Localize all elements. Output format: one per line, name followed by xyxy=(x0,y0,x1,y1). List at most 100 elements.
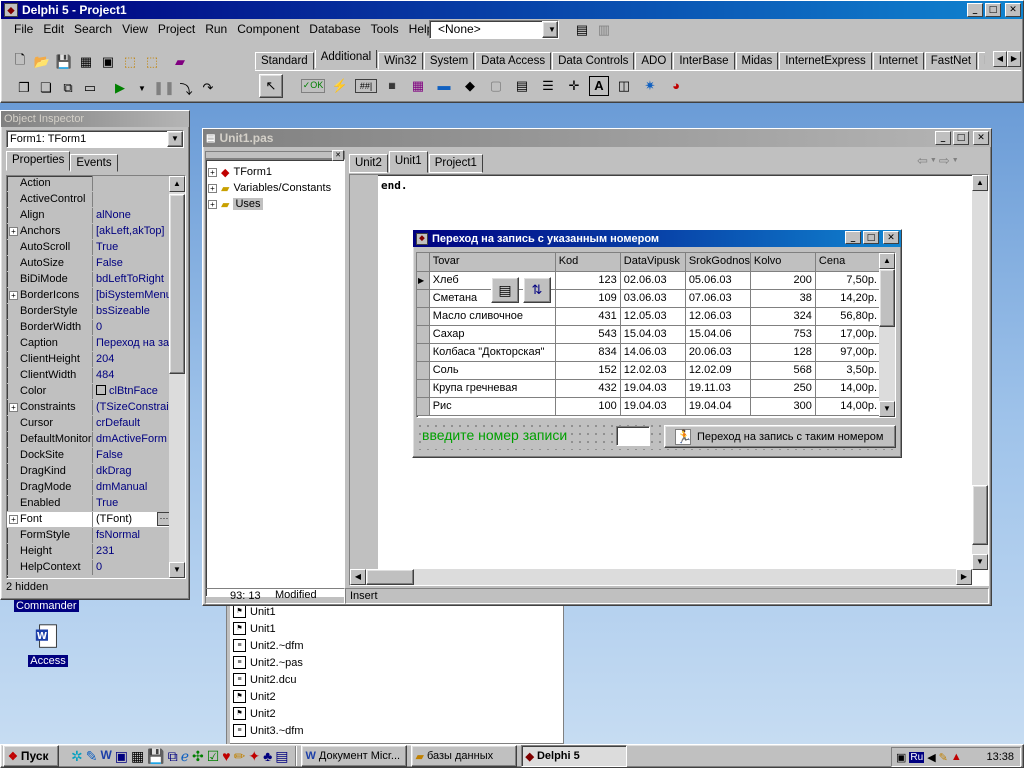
palette-tab-midas[interactable]: Midas xyxy=(735,52,779,70)
grid-cell[interactable]: 05.06.03 xyxy=(685,271,751,290)
image-icon[interactable]: ▬ xyxy=(433,75,455,97)
property-value[interactable]: dkDrag xyxy=(93,464,171,479)
property-value[interactable]: bdLeftToRight xyxy=(93,272,171,287)
grid-cell[interactable]: 123 xyxy=(555,271,621,290)
add-file-icon[interactable]: ⬚ xyxy=(119,51,141,73)
property-row[interactable]: FormStyle fsNormal xyxy=(7,528,171,544)
menu-database[interactable]: Database xyxy=(304,22,365,36)
menu-component[interactable]: Component xyxy=(232,22,304,36)
quick-launch-network-icon[interactable]: ⧉ xyxy=(168,748,178,765)
grid-cell[interactable]: 38 xyxy=(750,289,816,308)
tree-node[interactable]: + ◆ TForm1 xyxy=(208,164,342,180)
controlbar-icon[interactable]: ◫ xyxy=(613,75,635,97)
property-row[interactable]: Color clBtnFace xyxy=(7,384,171,400)
palette-tab-system[interactable]: System xyxy=(423,52,475,70)
menu-tools[interactable]: Tools xyxy=(366,22,404,36)
view-unit-icon[interactable]: ❐ xyxy=(13,77,35,99)
drawgrid-icon[interactable]: ▦ xyxy=(407,75,429,97)
task-databases-folder[interactable]: ▰ базы данных xyxy=(410,745,517,767)
help-book-icon[interactable]: ▰ xyxy=(169,51,191,73)
palette-tab-data-access[interactable]: Data Access xyxy=(475,52,552,70)
property-row[interactable]: + Constraints (TSizeConstrain xyxy=(7,400,171,416)
grid-cell[interactable]: 432 xyxy=(555,379,621,398)
grid-row[interactable]: Крупа гречневая 432 19.04.03 19.11.03 250 14,… xyxy=(417,379,882,398)
property-value[interactable]: True xyxy=(93,240,171,255)
scrollbox-icon[interactable]: ▤ xyxy=(511,75,533,97)
grid-cell[interactable]: 14.06.03 xyxy=(620,343,686,362)
grid-cell[interactable]: 300 xyxy=(750,397,816,416)
property-row[interactable]: Enabled True xyxy=(7,496,171,512)
scroll-down-icon[interactable]: ▼ xyxy=(169,562,185,578)
grid-cell[interactable]: 97,00р. xyxy=(815,343,882,362)
grid-cell[interactable]: 14,20р. xyxy=(815,289,882,308)
property-row[interactable]: DockSite False xyxy=(7,448,171,464)
grid-cell[interactable]: 03.06.03 xyxy=(620,289,686,308)
view-form-icon[interactable]: ❏ xyxy=(35,77,57,99)
file-item[interactable]: ≡ Unit2.~pas xyxy=(233,654,557,671)
menu-search[interactable]: Search xyxy=(69,22,117,36)
grid-cell[interactable]: 19.04.03 xyxy=(620,397,686,416)
property-row[interactable]: AutoScroll True xyxy=(7,240,171,256)
grid-cell[interactable]: 56,80р. xyxy=(815,307,882,326)
scroll-left-icon[interactable]: ◀ xyxy=(350,569,366,585)
grid-cell[interactable]: Масло сливочное xyxy=(429,307,556,326)
horizontal-scrollbar[interactable]: ◀ ▶ xyxy=(350,569,972,585)
start-button[interactable]: ❖ Пуск xyxy=(3,745,59,767)
menu-edit[interactable]: Edit xyxy=(38,22,69,36)
property-row[interactable]: + BorderIcons [biSystemMenu, xyxy=(7,288,171,304)
scroll-down-icon[interactable]: ▼ xyxy=(972,554,988,570)
quick-launch-paint-icon[interactable]: ✎ xyxy=(86,748,98,765)
chevron-down-icon[interactable]: ▼ xyxy=(167,131,183,147)
property-value[interactable]: [akLeft,akTop] xyxy=(93,224,171,239)
file-item[interactable]: ⚑ Unit2 xyxy=(233,688,557,705)
property-row[interactable]: Height 231 xyxy=(7,544,171,560)
property-row[interactable]: HelpContext 0 xyxy=(7,560,171,576)
maximize-button[interactable]: □ xyxy=(985,3,1001,17)
property-row[interactable]: Caption Переход на за xyxy=(7,336,171,352)
grid-column-header[interactable]: SrokGodnos xyxy=(685,253,751,272)
back-arrow-icon[interactable]: ⇦ xyxy=(917,153,928,169)
grid-row[interactable]: ▶ Хлеб 123 02.06.03 05.06.03 200 7,50р. xyxy=(417,271,882,290)
chevron-down-icon[interactable]: ▼ xyxy=(952,153,959,169)
run-icon[interactable]: ▶ xyxy=(109,77,131,99)
property-row[interactable]: Cursor crDefault xyxy=(7,416,171,432)
grid-column-header[interactable]: Cena xyxy=(815,253,882,272)
grid-cell[interactable]: 431 xyxy=(555,307,621,326)
component-selector[interactable]: Form1: TForm1 ▼ xyxy=(6,130,184,148)
palette-tab-ado[interactable]: ADO xyxy=(635,52,673,70)
quick-launch-star-icon[interactable]: ✲ xyxy=(71,748,83,765)
property-value[interactable] xyxy=(93,176,171,191)
grid-row[interactable]: Масло сливочное 431 12.05.03 12.06.03 324 56,… xyxy=(417,307,882,326)
menu-project[interactable]: Project xyxy=(153,22,200,36)
speedbutton-icon[interactable]: ⚡ xyxy=(329,75,351,97)
grid-cell[interactable]: 12.05.03 xyxy=(620,307,686,326)
grid-cell[interactable]: 15.04.03 xyxy=(620,325,686,344)
menu-run[interactable]: Run xyxy=(200,22,232,36)
grid-cell[interactable]: 568 xyxy=(750,361,816,380)
property-value[interactable]: dmActiveForm xyxy=(93,432,171,447)
palette-tab-data-controls[interactable]: Data Controls xyxy=(552,52,635,70)
grid-row[interactable]: Соль 152 12.02.03 12.02.09 568 3,50р. xyxy=(417,361,882,380)
scroll-up-icon[interactable]: ▲ xyxy=(169,176,185,192)
file-item[interactable]: ≡ Unit3.~dfm xyxy=(233,722,557,739)
grid-scrollbar[interactable]: ▲ ▼ xyxy=(879,253,895,417)
quick-launch-bird-icon[interactable]: ✦ xyxy=(248,748,260,765)
expand-plus-icon[interactable]: + xyxy=(208,199,217,209)
open-project-icon[interactable]: ▣ xyxy=(97,51,119,73)
quick-launch-pencil-icon[interactable]: ✏ xyxy=(234,748,246,765)
bevel-icon[interactable]: ▢ xyxy=(485,75,507,97)
grid-cell[interactable]: 20.06.03 xyxy=(685,343,751,362)
grid-cell[interactable]: Соль xyxy=(429,361,556,380)
scroll-up-icon[interactable]: ▲ xyxy=(972,175,988,191)
palette-scroll-left-icon[interactable]: ◀ xyxy=(993,51,1007,67)
maskedit-icon[interactable]: ##| xyxy=(355,78,377,93)
new-icon[interactable]: 🗋 xyxy=(9,51,31,73)
palette-tab-fastnet[interactable]: FastNet xyxy=(924,52,978,70)
menu-file[interactable]: File xyxy=(9,22,38,36)
task-delphi[interactable]: ◆ Delphi 5 xyxy=(520,745,627,767)
volume-icon[interactable]: ◀ xyxy=(927,751,935,764)
tab-properties[interactable]: Properties xyxy=(6,151,71,171)
property-value[interactable]: alNone xyxy=(93,208,171,223)
datasource-component-icon[interactable]: ▤ xyxy=(491,277,519,303)
tab-project1[interactable]: Project1 xyxy=(428,154,483,173)
